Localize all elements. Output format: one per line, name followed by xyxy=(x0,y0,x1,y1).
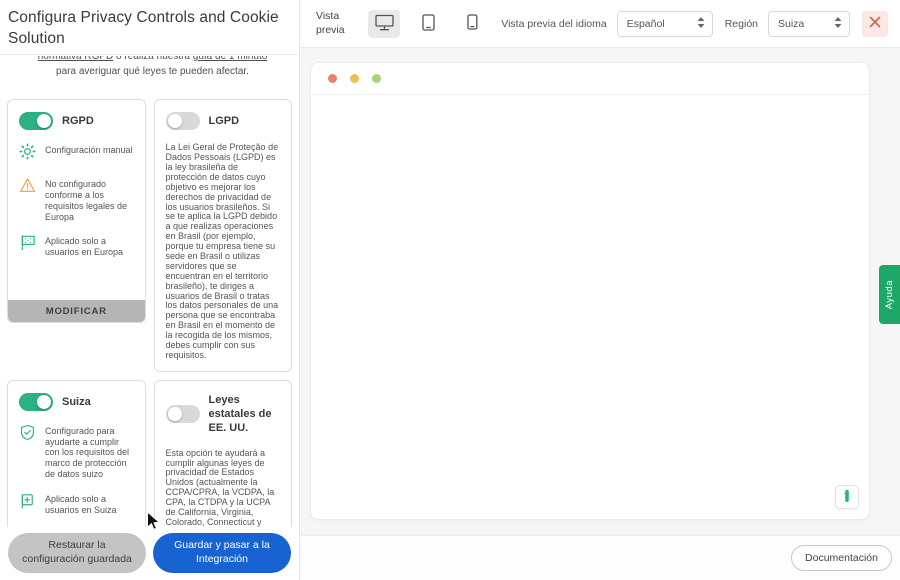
page-title: Configura Privacy Controls and Cookie So… xyxy=(8,9,279,47)
preview-area xyxy=(300,48,900,535)
browser-preview-frame xyxy=(310,62,870,520)
preview-footer: Documentación xyxy=(300,535,900,580)
card-lgpd: LGPD La Lei Geral de Proteção de Dados P… xyxy=(153,99,292,372)
documentation-button[interactable]: Documentación xyxy=(791,545,892,571)
intro-visible-line: para averiguar qué leyes te pueden afect… xyxy=(56,66,249,78)
device-switcher xyxy=(368,9,488,38)
settings-header: Configura Privacy Controls and Cookie So… xyxy=(0,0,299,56)
settings-footer: Restaurar la configuración guardada Guar… xyxy=(0,527,299,580)
region-select-label: Región xyxy=(724,17,758,30)
close-preview-button[interactable] xyxy=(862,10,888,37)
preview-label: Vista previa xyxy=(316,10,345,36)
shield-check-icon xyxy=(19,424,37,480)
desktop-icon xyxy=(374,14,394,34)
rgpd-toggle[interactable] xyxy=(19,112,53,131)
help-tab[interactable]: Ayuda xyxy=(879,265,900,324)
gdpr-guide-link[interactable]: normativa RGPD xyxy=(38,56,114,62)
desktop-preview-button[interactable] xyxy=(368,9,400,38)
tablet-preview-button[interactable] xyxy=(412,10,444,38)
save-continue-button[interactable]: Guardar y pasar a la Integración xyxy=(153,533,291,573)
rgpd-feature-warning: No configurado conforme a los requisitos… xyxy=(19,177,134,222)
card-rgpd: RGPD Configuración manual No configurado… xyxy=(7,99,146,324)
card-suiza: Suiza Configurado para ayudarte a cumpli… xyxy=(7,379,146,527)
eu-flag-icon xyxy=(19,234,37,258)
fingerprint-icon xyxy=(841,489,853,506)
updown-arrows-icon xyxy=(697,16,705,31)
settings-scroll-area: normativa RGPD o realiza nuestra guía de… xyxy=(0,55,299,527)
browser-dot-yellow xyxy=(350,74,359,83)
language-select-label: Vista previa del idioma xyxy=(501,17,607,30)
one-minute-guide-link[interactable]: guía de 1 minuto xyxy=(193,56,268,62)
settings-panel: Configura Privacy Controls and Cookie So… xyxy=(0,0,300,580)
intro-clipped-line: normativa RGPD o realiza nuestra guía de… xyxy=(24,56,281,64)
browser-dot-green xyxy=(372,74,381,83)
restore-config-button[interactable]: Restaurar la configuración guardada xyxy=(8,533,146,573)
updown-arrows-icon xyxy=(834,16,842,31)
close-icon xyxy=(869,16,881,31)
tablet-icon xyxy=(421,13,435,34)
intro-mid-text: o realiza nuestra xyxy=(113,56,193,63)
warning-triangle-icon xyxy=(19,177,37,222)
suiza-toggle[interactable] xyxy=(19,392,53,411)
suiza-feature-region: Aplicado solo a usuarios en Suiza xyxy=(19,492,134,516)
preview-toolbar: Vista previa Vista previa del idioma Esp… xyxy=(300,0,900,48)
us-state-laws-description: Esta opción te ayudará a cumplir algunas… xyxy=(165,447,275,527)
rgpd-feature-manual: Configuración manual xyxy=(19,143,134,165)
mobile-preview-button[interactable] xyxy=(456,10,488,38)
suiza-feature-configured: Configurado para ayudarte a cumplir con … xyxy=(19,424,134,480)
swiss-flag-plus-icon xyxy=(19,492,37,516)
lgpd-toggle[interactable] xyxy=(165,112,200,131)
browser-dot-red xyxy=(328,74,337,83)
privacy-fingerprint-button[interactable] xyxy=(835,485,859,509)
gear-icon xyxy=(19,143,37,165)
app-window: Configura Privacy Controls and Cookie So… xyxy=(0,0,900,580)
intro-text: normativa RGPD o realiza nuestra guía de… xyxy=(0,55,299,79)
rgpd-modify-button[interactable]: MODIFICAR xyxy=(8,300,145,323)
card-us-state-laws: Leyes estatales de EE. UU. Esta opción t… xyxy=(153,379,292,527)
lgpd-description: La Lei Geral de Proteção de Dados Pessoa… xyxy=(165,142,279,360)
rgpd-feature-region: Aplicado solo a usuarios en Europa xyxy=(19,234,134,258)
lgpd-label: LGPD xyxy=(208,115,240,128)
region-select[interactable]: Suiza xyxy=(768,10,850,37)
us-state-laws-label: Leyes estatales de EE. UU. xyxy=(208,393,272,435)
preview-panel: Vista previa Vista previa del idioma Esp… xyxy=(300,0,900,580)
browser-chrome-bar xyxy=(311,63,869,95)
mobile-icon xyxy=(466,14,478,33)
language-select[interactable]: Español xyxy=(616,10,713,37)
us-state-laws-toggle[interactable] xyxy=(165,405,200,424)
rgpd-label: RGPD xyxy=(62,115,94,128)
regulation-cards: RGPD Configuración manual No configurado… xyxy=(0,79,299,527)
suiza-label: Suiza xyxy=(62,395,91,408)
